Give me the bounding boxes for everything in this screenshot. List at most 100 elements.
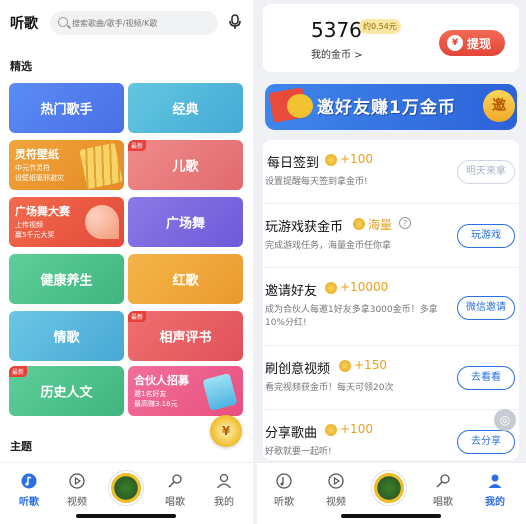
coin-cash-value: 约0.54元 bbox=[359, 19, 401, 34]
now-playing-avatar[interactable] bbox=[109, 471, 143, 505]
task-watch-video: 刷创意视频 +150 看完视频获金币！每天可领20次 去看看 bbox=[263, 346, 519, 410]
task-name: 刷创意视频 bbox=[265, 362, 331, 377]
gold-coin-icon bbox=[287, 94, 313, 118]
new-badge: 最新 bbox=[128, 140, 147, 151]
video-icon bbox=[328, 473, 344, 489]
search-input[interactable] bbox=[72, 15, 212, 31]
tile-partner-recruit[interactable]: 合伙人招募 邀1名好友 最高赚3.18元 bbox=[128, 366, 243, 416]
task-description: 看完视频获金币！每天可领20次 bbox=[265, 383, 394, 393]
bottom-nav: 听歌 视频 唱歌 我的 bbox=[0, 462, 253, 524]
task-name: 每日签到 bbox=[267, 156, 320, 171]
video-icon bbox=[69, 473, 85, 489]
page-title: 听歌 bbox=[10, 16, 38, 32]
nav-video[interactable]: 视频 bbox=[57, 473, 97, 508]
tile-subtitle: 中元节灵符 bbox=[15, 164, 50, 172]
task-reward: 海量 bbox=[368, 218, 393, 232]
task-button[interactable]: 去看看 bbox=[457, 366, 515, 390]
nav-sing[interactable]: 唱歌 bbox=[155, 473, 195, 508]
nav-label: 我的 bbox=[214, 497, 234, 508]
floating-action-icon[interactable]: ◎ bbox=[494, 409, 516, 431]
tile-crosstalk[interactable]: 最新 相声评书 bbox=[128, 311, 243, 361]
new-badge: 最新 bbox=[128, 311, 147, 322]
tile-hot-singers[interactable]: 热门歌手 bbox=[9, 83, 124, 133]
tile-title: 合伙人招募 bbox=[134, 374, 189, 387]
task-description: 设置提醒每天签到拿金币! bbox=[265, 177, 368, 187]
tile-subtitle: 设壁纸驱邪避灾 bbox=[15, 174, 64, 182]
tile-wallpaper[interactable]: 灵符壁纸 中元节灵符 设壁纸驱邪避灾 bbox=[9, 140, 124, 190]
task-button[interactable]: 明天来拿 bbox=[457, 160, 515, 184]
task-button[interactable]: 玩游戏 bbox=[457, 224, 515, 248]
tile-square-dance-contest[interactable]: 广场舞大赛 上传视频 赢5千元大奖 bbox=[9, 197, 124, 247]
task-description: 完成游戏任务，海量金币任你拿 bbox=[265, 241, 392, 251]
task-play-games: 玩游戏获金币 海量 ? 完成游戏任务，海量金币任你拿 玩游戏 bbox=[263, 204, 519, 268]
user-icon bbox=[488, 474, 502, 488]
nav-video[interactable]: 视频 bbox=[316, 473, 356, 508]
tile-label: 健康养生 bbox=[40, 273, 93, 289]
nav-label: 听歌 bbox=[19, 497, 39, 508]
home-indicator bbox=[341, 514, 441, 518]
now-playing-avatar[interactable] bbox=[372, 471, 406, 505]
nav-label: 视频 bbox=[326, 497, 346, 508]
tile-subtitle: 上传视频 bbox=[15, 221, 43, 229]
task-reward: +100 bbox=[340, 422, 373, 436]
top-bar: 听歌 bbox=[0, 8, 253, 38]
tile-history[interactable]: 最新 历史人文 bbox=[9, 366, 124, 416]
tile-label: 儿歌 bbox=[172, 159, 199, 175]
coin-balance: 5376 bbox=[311, 18, 362, 42]
coin-icon bbox=[325, 154, 337, 166]
microphone-icon bbox=[168, 474, 182, 488]
tile-subtitle: 邀1名好友 bbox=[134, 390, 167, 398]
withdraw-button[interactable]: ¥ 提现 bbox=[439, 30, 505, 56]
bottom-nav: 听歌 视频 唱歌 我的 bbox=[257, 462, 526, 524]
phone-illustration bbox=[202, 372, 238, 412]
talisman-image bbox=[79, 142, 123, 190]
banner-title: 邀好友赚1万金币 bbox=[317, 98, 456, 118]
task-share-song: 分享歌曲 +100 好歌就要一起听! 去分享 bbox=[263, 410, 519, 460]
music-note-icon bbox=[21, 473, 37, 489]
tile-label: 广场舞 bbox=[165, 216, 205, 232]
invite-banner[interactable]: 邀好友赚1万金币 邀 bbox=[265, 84, 517, 130]
floating-coin-icon[interactable]: ¥ bbox=[210, 415, 242, 447]
coin-icon bbox=[353, 218, 365, 230]
withdraw-label: 提现 bbox=[467, 37, 492, 51]
my-coins-link[interactable]: 我的金币 > bbox=[311, 46, 363, 61]
nav-label: 唱歌 bbox=[433, 497, 453, 508]
task-reward: +10000 bbox=[340, 280, 389, 294]
coin-balance-card: 5376 约0.54元 我的金币 > ¥ 提现 bbox=[263, 4, 519, 72]
user-icon bbox=[216, 473, 232, 489]
task-button[interactable]: 去分享 bbox=[457, 430, 515, 454]
tile-kids-songs[interactable]: 最新 儿歌 bbox=[128, 140, 243, 190]
task-button[interactable]: 微信邀请 bbox=[457, 296, 515, 320]
tile-label: 情歌 bbox=[53, 330, 80, 346]
nav-listen[interactable]: 听歌 bbox=[9, 473, 49, 508]
nav-label: 听歌 bbox=[274, 497, 294, 508]
tile-classic[interactable]: 经典 bbox=[128, 83, 243, 133]
nav-sing[interactable]: 唱歌 bbox=[423, 473, 463, 508]
new-badge: 最新 bbox=[9, 366, 28, 377]
task-reward: +100 bbox=[340, 152, 373, 166]
task-reward: +150 bbox=[354, 358, 387, 372]
coin-icon bbox=[325, 282, 337, 294]
task-list: 每日签到 +100 设置提醒每天签到拿金币! 明天来拿 玩游戏获金币 海量 ? … bbox=[263, 140, 519, 460]
tile-square-dance[interactable]: 广场舞 bbox=[128, 197, 243, 247]
tile-health[interactable]: 健康养生 bbox=[9, 254, 124, 304]
tile-love-songs[interactable]: 情歌 bbox=[9, 311, 124, 361]
music-home-panel: 听歌 精选 热门歌手 经典 灵符壁纸 中元节灵符 设壁纸驱邪避灾 bbox=[0, 0, 253, 524]
search-box[interactable] bbox=[50, 11, 218, 35]
fan-dancer-image bbox=[85, 205, 119, 239]
nav-me[interactable]: 我的 bbox=[475, 473, 515, 508]
task-description: 成为合伙人每邀1好友多拿3000金币！多拿10%分红! bbox=[265, 305, 438, 328]
tile-label: 经典 bbox=[172, 102, 199, 118]
nav-listen[interactable]: 听歌 bbox=[264, 473, 304, 508]
banner-badge: 邀 bbox=[483, 90, 515, 122]
help-icon[interactable]: ? bbox=[399, 217, 411, 229]
section-featured-label: 精选 bbox=[10, 60, 32, 73]
tile-red-songs[interactable]: 红歌 bbox=[128, 254, 243, 304]
search-icon bbox=[58, 17, 68, 27]
tile-label: 红歌 bbox=[172, 273, 199, 289]
microphone-icon[interactable] bbox=[228, 14, 242, 30]
coin-icon bbox=[325, 424, 337, 436]
tile-label: 历史人文 bbox=[40, 385, 93, 401]
tile-label: 热门歌手 bbox=[40, 102, 93, 118]
nav-me[interactable]: 我的 bbox=[204, 473, 244, 508]
